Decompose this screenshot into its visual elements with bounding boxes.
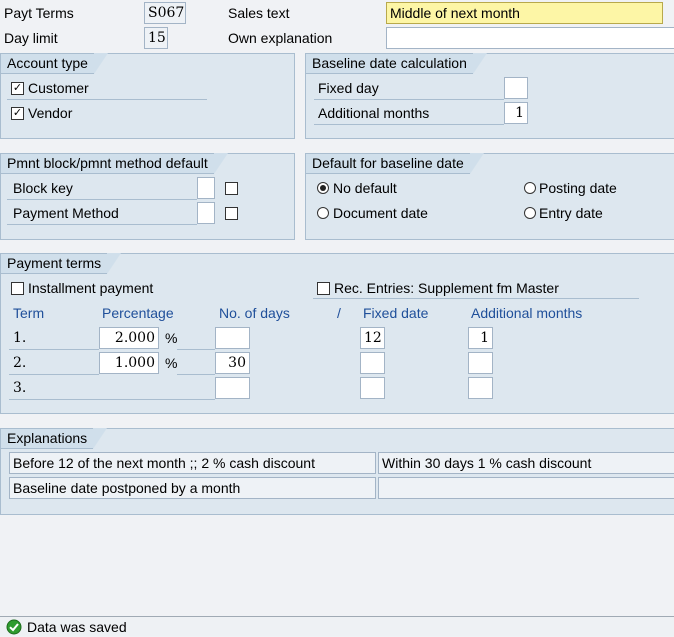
sales-text-field[interactable]: Middle of next month (386, 2, 663, 24)
entry-date-radio[interactable] (524, 207, 536, 219)
explanation-line-2-left: Baseline date postponed by a month (9, 477, 376, 499)
account-type-group: Account type ✓ Customer ✓ Vendor (0, 53, 295, 139)
sales-text-label: Sales text (228, 5, 290, 21)
payment-terms-title: Payment terms (0, 253, 122, 274)
success-check-icon (6, 619, 22, 635)
percentage-field-1[interactable]: 2.000 (99, 327, 159, 349)
addmonths-field-1[interactable]: 1 (468, 327, 493, 349)
day-limit-field[interactable]: 15 (144, 27, 168, 49)
addmonths-field-2[interactable] (468, 352, 493, 374)
own-explanation-field[interactable] (386, 27, 674, 49)
fixed-day-label: Fixed day (318, 80, 379, 96)
pmnt-block-title: Pmnt block/pmnt method default (0, 153, 228, 174)
vendor-label: Vendor (28, 105, 73, 121)
term-row-1-label: 1. (13, 330, 27, 346)
fixed-date-field-3[interactable] (360, 377, 385, 399)
payt-terms-field[interactable]: S067 (144, 2, 186, 24)
explanation-line-1-right: Within 30 days 1 % cash discount (378, 452, 674, 474)
customer-label: Customer (28, 80, 89, 96)
account-type-title: Account type (0, 53, 108, 74)
fixed-date-field-1[interactable]: 12 (360, 327, 385, 349)
no-default-radio[interactable] (317, 182, 329, 194)
rec-entries-label: Rec. Entries: Supplement fm Master (334, 280, 559, 296)
fixed-day-field[interactable] (504, 77, 528, 99)
posting-date-radio[interactable] (524, 182, 536, 194)
col-fixed-header: Fixed date (363, 305, 429, 321)
explanations-group: Explanations Before 12 of the next month… (0, 428, 674, 515)
col-separator: / (337, 305, 341, 321)
installment-checkbox[interactable] (11, 282, 24, 295)
block-key-field[interactable] (197, 177, 215, 199)
additional-months-label: Additional months (318, 105, 430, 121)
col-term-header: Term (13, 305, 45, 321)
posting-date-label: Posting date (539, 180, 617, 196)
term-row-2-label: 2. (13, 355, 27, 371)
installment-label: Installment payment (28, 280, 154, 296)
payment-method-checkbox[interactable] (225, 207, 238, 220)
percentage-field-2[interactable]: 1.000 (99, 352, 159, 374)
explanation-line-2-right (378, 477, 674, 499)
default-baseline-group: Default for baseline date No default Pos… (305, 153, 674, 240)
block-key-label: Block key (13, 180, 73, 196)
customer-checkbox[interactable]: ✓ (11, 82, 24, 95)
col-addmonths-header: Additional months (471, 305, 583, 321)
baseline-calc-title: Baseline date calculation (305, 53, 487, 74)
own-explanation-label: Own explanation (228, 30, 333, 46)
block-key-checkbox[interactable] (225, 182, 238, 195)
no-default-label: No default (333, 180, 397, 196)
percent-sign-1: % (165, 330, 178, 346)
addmonths-field-3[interactable] (468, 377, 493, 399)
term-row-3-label: 3. (13, 380, 27, 396)
payt-terms-label: Payt Terms (4, 5, 74, 21)
payment-terms-group: Payment terms Installment payment Rec. E… (0, 253, 674, 414)
days-field-1[interactable] (215, 327, 250, 349)
vendor-checkbox[interactable]: ✓ (11, 107, 24, 120)
status-message: Data was saved (27, 619, 127, 635)
document-date-radio[interactable] (317, 207, 329, 219)
additional-months-field[interactable]: 1 (504, 102, 528, 124)
document-date-label: Document date (333, 205, 428, 221)
explanations-title: Explanations (0, 428, 108, 449)
status-bar: Data was saved (0, 616, 674, 636)
days-field-2[interactable]: 30 (215, 352, 250, 374)
pmnt-block-group: Pmnt block/pmnt method default Block key… (0, 153, 295, 240)
rec-entries-checkbox[interactable] (317, 282, 330, 295)
percent-sign-2: % (165, 355, 178, 371)
payment-method-field[interactable] (197, 202, 215, 224)
days-field-3[interactable] (215, 377, 250, 399)
default-baseline-title: Default for baseline date (305, 153, 484, 174)
entry-date-label: Entry date (539, 205, 603, 221)
col-days-header: No. of days (219, 305, 290, 321)
baseline-calc-group: Baseline date calculation Fixed day Addi… (305, 53, 674, 139)
payment-method-label: Payment Method (13, 205, 119, 221)
fixed-date-field-2[interactable] (360, 352, 385, 374)
explanation-line-1-left: Before 12 of the next month ;; 2 % cash … (9, 452, 376, 474)
day-limit-label: Day limit (4, 30, 58, 46)
col-percentage-header: Percentage (102, 305, 174, 321)
